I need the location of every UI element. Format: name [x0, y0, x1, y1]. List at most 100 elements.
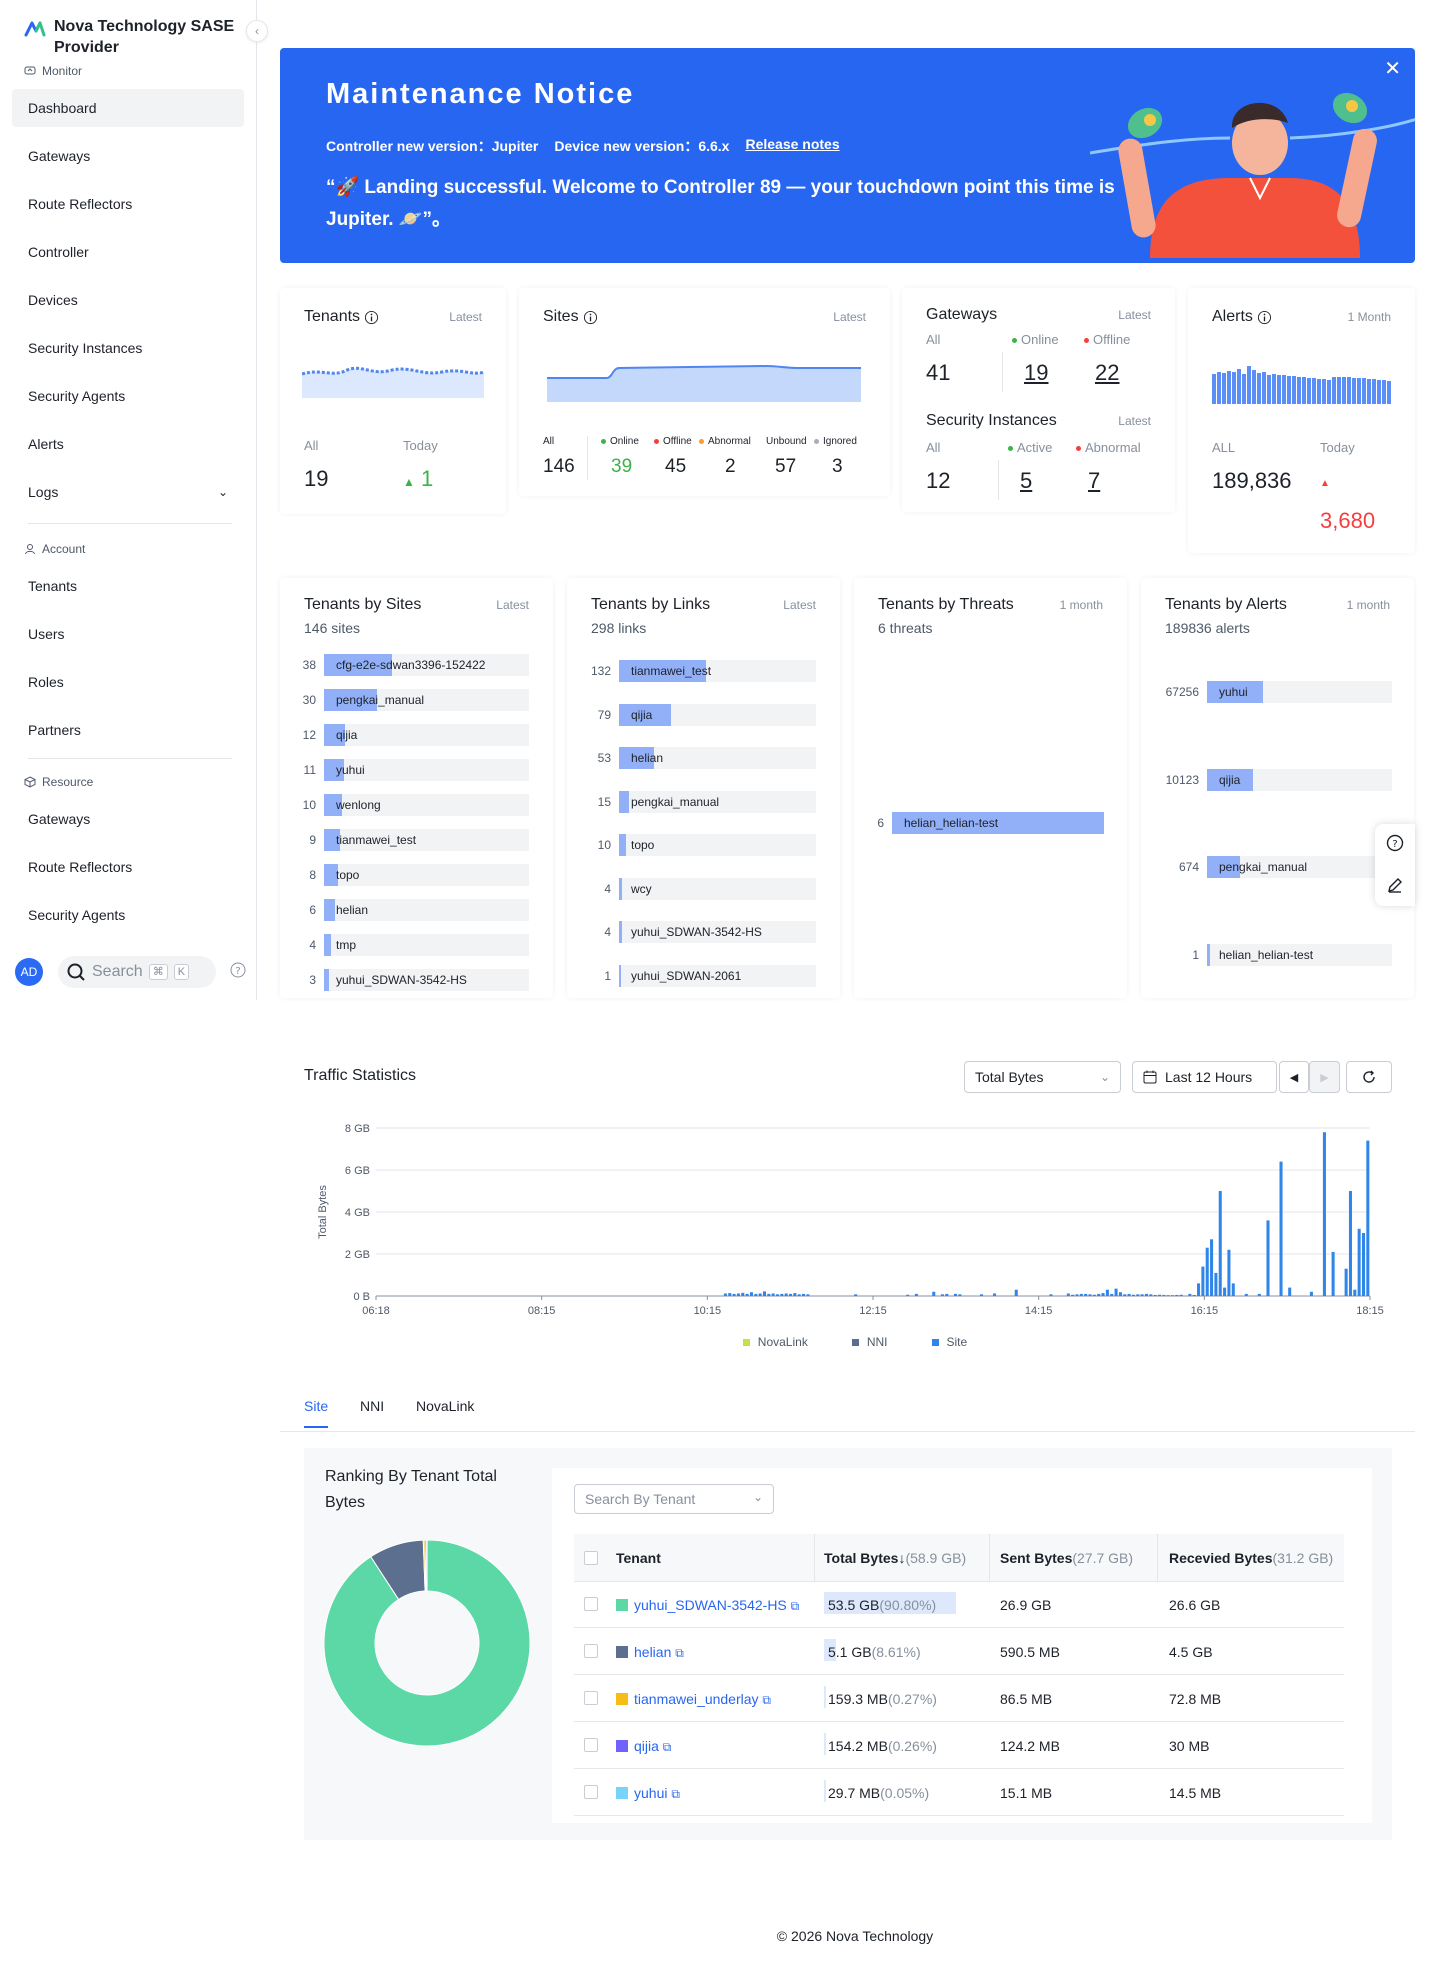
info-icon[interactable]: [364, 310, 379, 325]
tenants-by-sites-title: Tenants by Sites: [304, 596, 422, 613]
metric-select[interactable]: Total Bytes ⌄: [964, 1061, 1121, 1093]
table-row[interactable]: yuhui ⧉ 29.7 MB(0.05%) 15.1 MB 14.5 MB: [574, 1770, 1344, 1816]
info-icon[interactable]: [583, 310, 598, 325]
table-row[interactable]: tianmawei_underlay ⧉ 159.3 MB(0.27%) 86.5 …: [574, 1676, 1344, 1722]
row-checkbox[interactable]: [584, 1785, 598, 1799]
table-row[interactable]: qijia ⧉ 154.2 MB(0.26%) 124.2 MB 30 MB: [574, 1723, 1344, 1769]
rank-row[interactable]: 6 helian_helian-test: [854, 812, 1127, 834]
external-link-icon[interactable]: ⧉: [671, 1787, 680, 1801]
tenants-by-alerts-title: Tenants by Alerts: [1165, 596, 1287, 613]
rank-row[interactable]: 1 yuhui_SDWAN-2061: [567, 964, 840, 987]
edit-icon[interactable]: [1386, 876, 1404, 894]
info-icon[interactable]: [1257, 310, 1272, 325]
nav-route-reflectors[interactable]: Route Reflectors: [12, 185, 244, 223]
tenant-link[interactable]: tianmawei_underlay: [634, 1691, 759, 1707]
nav-partners[interactable]: Partners: [12, 711, 244, 749]
row-checkbox[interactable]: [584, 1644, 598, 1658]
nav-resource-route-reflectors[interactable]: Route Reflectors: [12, 848, 244, 886]
table-row[interactable]: yuhui_SDWAN-3542-HS ⧉ 53.5 GB(90.80%) 26.9…: [574, 1582, 1344, 1628]
row-checkbox[interactable]: [584, 1691, 598, 1705]
rank-row[interactable]: 8 topo: [280, 864, 553, 886]
rank-row[interactable]: 4 wcy: [567, 877, 840, 900]
legend-item[interactable]: NovaLink: [742, 1335, 808, 1349]
avatar[interactable]: AD: [15, 958, 43, 986]
nav-security-agents[interactable]: Security Agents: [12, 377, 244, 415]
nav-roles[interactable]: Roles: [12, 663, 244, 701]
tab-site[interactable]: Site: [304, 1398, 329, 1428]
tenant-link[interactable]: yuhui: [634, 1785, 667, 1801]
external-link-icon[interactable]: ⧉: [791, 1599, 800, 1613]
nav-alerts[interactable]: Alerts: [12, 425, 244, 463]
rank-row[interactable]: 67256 yuhui: [1141, 681, 1414, 703]
gateways-online-value[interactable]: 19: [1024, 360, 1048, 386]
rank-row[interactable]: 11 yuhui: [280, 759, 553, 781]
next-range-button[interactable]: ▶: [1309, 1061, 1340, 1093]
nav-controller[interactable]: Controller: [12, 233, 244, 271]
table-row[interactable]: helian ⧉ 5.1 GB(8.61%) 590.5 MB 4.5 GB: [574, 1629, 1344, 1675]
sec-abnormal-value[interactable]: 7: [1088, 468, 1100, 494]
rank-row[interactable]: 10 wenlong: [280, 794, 553, 816]
legend-item[interactable]: Site: [931, 1335, 967, 1349]
external-link-icon[interactable]: ⧉: [675, 1646, 684, 1660]
tab-nni[interactable]: NNI: [360, 1398, 384, 1426]
tenant-cell[interactable]: yuhui ⧉: [616, 1785, 680, 1802]
rank-row[interactable]: 6 helian: [280, 899, 553, 921]
alerts-card[interactable]: Alerts 1 Month ALL 189,836 Today ▲ 3,680: [1188, 288, 1415, 553]
rank-row[interactable]: 38 cfg-e2e-sdwan3396-152422: [280, 654, 553, 676]
rank-row[interactable]: 674 pengkai_manual: [1141, 856, 1414, 878]
rank-row[interactable]: 79 qijia: [567, 703, 840, 726]
nav-resource-security-agents[interactable]: Security Agents: [12, 896, 244, 934]
help-icon[interactable]: ?: [230, 962, 246, 978]
rank-row[interactable]: 4 yuhui_SDWAN-3542-HS: [567, 921, 840, 943]
col-total-bytes[interactable]: Total Bytes↓(58.9 GB): [824, 1550, 966, 1566]
traffic-bar: [1266, 1220, 1270, 1296]
legend-item[interactable]: NNI: [851, 1335, 888, 1349]
prev-range-button[interactable]: ◀: [1279, 1061, 1309, 1093]
select-all-checkbox[interactable]: [584, 1551, 598, 1565]
help-icon[interactable]: ?: [1386, 834, 1404, 852]
tenants-card[interactable]: Tenants Latest All 19 Today ▲ 1: [280, 288, 506, 514]
nav-resource-gateways[interactable]: Gateways: [12, 800, 244, 838]
nav-gateways[interactable]: Gateways: [12, 137, 244, 175]
tenant-cell[interactable]: tianmawei_underlay ⧉: [616, 1691, 771, 1708]
rank-row[interactable]: 4 tmp: [280, 934, 553, 956]
brand[interactable]: Nova Technology SASE Provider: [24, 16, 254, 58]
gateways-offline-value[interactable]: 22: [1095, 360, 1119, 386]
rank-row[interactable]: 3 yuhui_SDWAN-3542-HS: [280, 969, 553, 991]
rank-row[interactable]: 12 qijia: [280, 724, 553, 746]
nav-dashboard[interactable]: Dashboard: [12, 89, 244, 127]
collapse-sidebar-button[interactable]: ‹: [246, 20, 268, 42]
rank-row[interactable]: 10 topo: [567, 834, 840, 856]
sec-active-value[interactable]: 5: [1020, 468, 1032, 494]
rank-row[interactable]: 132 tianmawei_test: [567, 660, 840, 682]
tenant-cell[interactable]: qijia ⧉: [616, 1738, 671, 1755]
nav-tenants[interactable]: Tenants: [12, 567, 244, 605]
release-notes-link[interactable]: Release notes: [745, 136, 839, 156]
rank-row[interactable]: 30 pengkai_manual: [280, 689, 553, 711]
rank-row[interactable]: 10123 qijia: [1141, 768, 1414, 791]
external-link-icon[interactable]: ⧉: [663, 1740, 672, 1754]
rank-row[interactable]: 53 helian: [567, 747, 840, 769]
tenant-cell[interactable]: helian ⧉: [616, 1644, 684, 1661]
tenant-cell[interactable]: yuhui_SDWAN-3542-HS ⧉: [616, 1597, 799, 1614]
rank-row[interactable]: 1 helian_helian-test: [1141, 943, 1414, 966]
tenant-search-select[interactable]: Search By Tenant ⌄: [574, 1484, 774, 1514]
nav-devices[interactable]: Devices: [12, 281, 244, 319]
row-checkbox[interactable]: [584, 1738, 598, 1752]
rank-row[interactable]: 9 tianmawei_test: [280, 829, 553, 851]
nav-logs[interactable]: Logs ⌄: [12, 473, 244, 511]
refresh-button[interactable]: [1346, 1061, 1392, 1093]
time-range-picker[interactable]: Last 12 Hours: [1132, 1061, 1277, 1093]
row-checkbox[interactable]: [584, 1597, 598, 1611]
sites-card[interactable]: Sites Latest All 146 Online 39 Offline 4…: [519, 288, 890, 496]
tab-novalink[interactable]: NovaLink: [416, 1398, 474, 1426]
external-link-icon[interactable]: ⧉: [762, 1693, 771, 1707]
nav-security-instances[interactable]: Security Instances: [12, 329, 244, 367]
rank-row[interactable]: 15 pengkai_manual: [567, 790, 840, 813]
gateways-card[interactable]: Gateways Latest All Online Offline 41 19…: [902, 288, 1175, 512]
tenant-link[interactable]: helian: [634, 1644, 671, 1660]
nav-users[interactable]: Users: [12, 615, 244, 653]
global-search[interactable]: Search ⌘ K: [58, 956, 216, 988]
tenant-link[interactable]: yuhui_SDWAN-3542-HS: [634, 1597, 787, 1613]
tenant-link[interactable]: qijia: [634, 1738, 659, 1754]
